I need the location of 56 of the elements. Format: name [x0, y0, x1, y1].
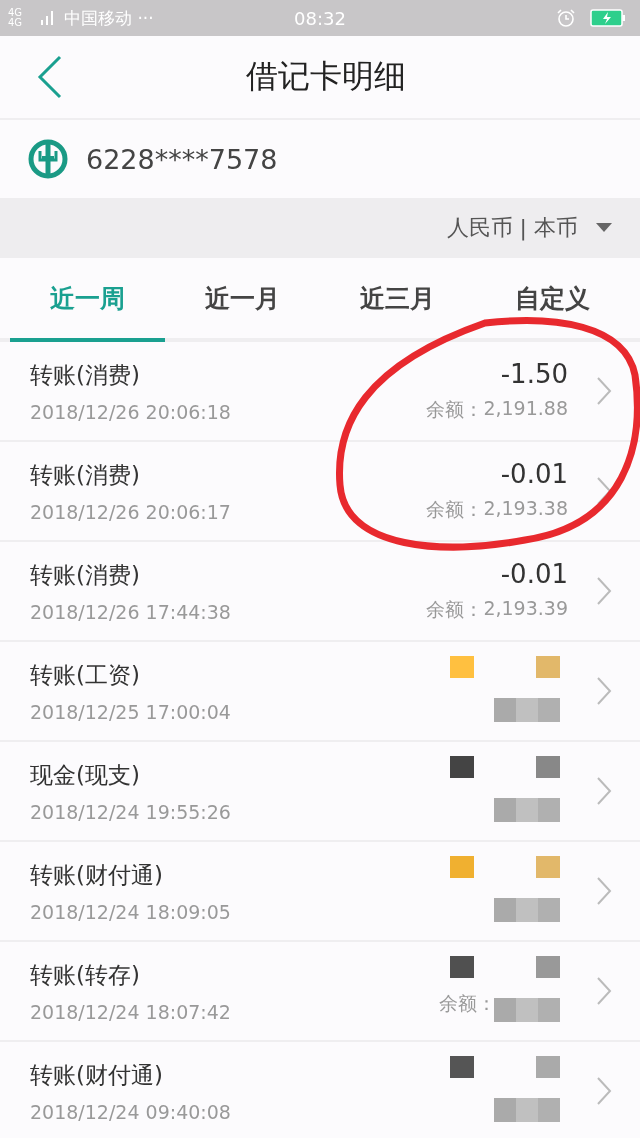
period-tab[interactable]: 近三月	[320, 258, 475, 342]
balance-label: 余额：	[426, 397, 484, 422]
transaction-amount: -0.01	[500, 559, 568, 589]
transaction-time: 2018/12/25 17:00:04	[30, 700, 232, 723]
transaction-row[interactable]: 转账(财付通) 2018/12/24 18:09:05	[0, 842, 640, 942]
transaction-type: 转账(财付通)	[30, 1060, 164, 1090]
transaction-row[interactable]: 转账(消费) 2018/12/26 20:06:17 -0.01 余额：2,193.38	[0, 442, 640, 542]
transaction-time: 2018/12/24 19:55:26	[30, 800, 232, 823]
signal-icon	[40, 10, 54, 26]
caret-icon	[596, 223, 612, 233]
chevron-icon	[596, 976, 612, 1006]
transaction-time: 2018/12/26 17:44:38	[30, 600, 232, 623]
transaction-type: 转账(财付通)	[30, 860, 164, 890]
bank-logo-icon	[28, 139, 68, 179]
chevron-icon	[596, 876, 612, 906]
period-tab[interactable]: 自定义	[475, 258, 630, 342]
transaction-time: 2018/12/24 18:07:42	[30, 1000, 232, 1023]
balance-label: 余额：	[439, 991, 496, 1016]
transaction-row[interactable]: 转账(消费) 2018/12/26 20:06:18 -1.50 余额：2,191.88	[0, 342, 640, 442]
transaction-time: 2018/12/24 18:09:05	[30, 900, 232, 923]
transaction-type: 转账(消费)	[30, 460, 141, 490]
transaction-time: 2018/12/26 20:06:18	[30, 400, 232, 423]
chevron-icon	[596, 776, 612, 806]
currency-selector[interactable]: 人民币 | 本币	[446, 213, 612, 243]
page-title: 借记卡明细	[246, 56, 406, 97]
transaction-type: 现金(现支)	[30, 760, 141, 790]
transaction-type: 转账(工资)	[30, 660, 141, 690]
chevron-icon	[596, 576, 612, 606]
battery-icon	[590, 9, 626, 27]
transaction-type: 转账(消费)	[30, 360, 141, 390]
transaction-amount: -0.01	[500, 459, 568, 489]
transaction-row[interactable]: 转账(财付通) 2018/12/24 09:40:08	[0, 1042, 640, 1138]
chevron-icon	[596, 1076, 612, 1106]
card-number: 6228****7578	[86, 143, 278, 175]
balance-value: 2,193.38	[483, 497, 568, 521]
balance-value: 2,193.39	[483, 597, 568, 621]
period-tab[interactable]: 近一月	[165, 258, 320, 342]
chevron-icon	[596, 676, 612, 706]
transaction-row[interactable]: 现金(现支) 2018/12/24 19:55:26	[0, 742, 640, 842]
transaction-amount: -1.50	[500, 359, 568, 389]
transaction-row[interactable]: 转账(消费) 2018/12/26 17:44:38 -0.01 余额：2,193.39	[0, 542, 640, 642]
status-time: 08:32	[294, 7, 346, 29]
carrier-name: 中国移动 ···	[64, 6, 154, 30]
chevron-icon	[596, 376, 612, 406]
transaction-type: 转账(转存)	[30, 960, 141, 990]
balance-value: 2,191.88	[483, 397, 568, 421]
balance-label: 余额：	[426, 497, 484, 522]
transaction-time: 2018/12/26 20:06:17	[30, 500, 232, 523]
transaction-row[interactable]: 转账(转存) 2018/12/24 18:07:42 余额：	[0, 942, 640, 1042]
transaction-time: 2018/12/24 09:40:08	[30, 1100, 232, 1123]
transaction-row[interactable]: 转账(工资) 2018/12/25 17:00:04	[0, 642, 640, 742]
alarm-icon	[556, 8, 576, 28]
chevron-icon	[596, 476, 612, 506]
network-type: 4G 4G	[8, 8, 24, 28]
balance-label: 余额：	[426, 597, 484, 622]
transaction-type: 转账(消费)	[30, 560, 141, 590]
